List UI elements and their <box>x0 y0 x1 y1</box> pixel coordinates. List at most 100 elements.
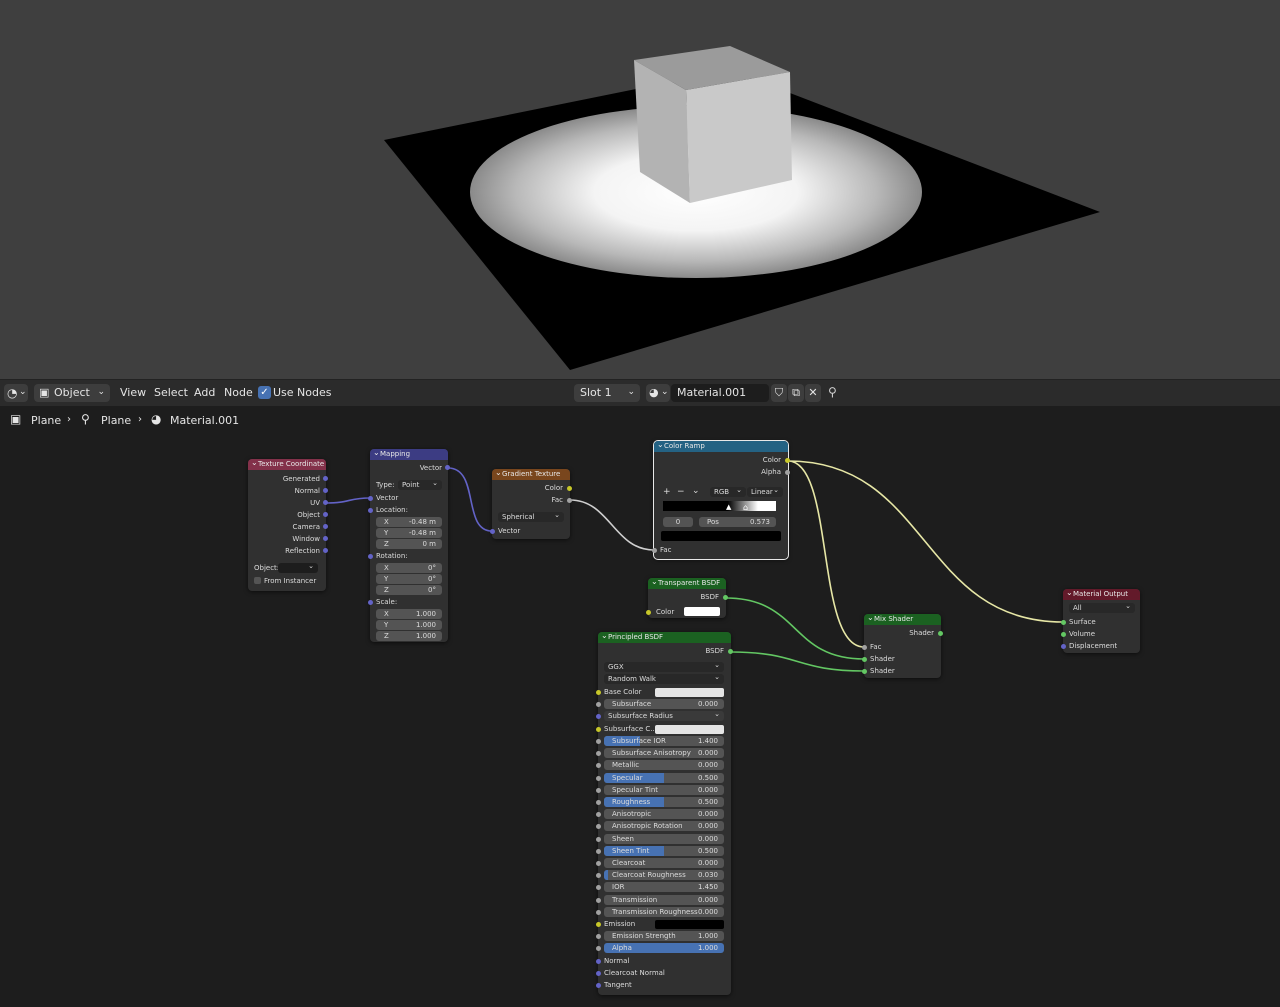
socket-vector-out[interactable] <box>445 465 450 470</box>
socket-displacement-in[interactable] <box>1061 644 1066 649</box>
socket-input[interactable] <box>596 751 601 757</box>
gradient-type-dropdown[interactable]: Spherical <box>498 510 564 522</box>
socket-emission-strength[interactable] <box>596 934 601 939</box>
principled-field[interactable]: Clearcoat 0.000 <box>604 858 724 868</box>
socket-input[interactable] <box>596 897 601 903</box>
principled-bsdf-node[interactable]: Principled BSDF BSDF GGX Random Walk Bas… <box>596 630 733 995</box>
socket-input[interactable] <box>596 739 601 744</box>
socket-surface-in[interactable] <box>1061 620 1066 625</box>
socket-vector-in[interactable] <box>490 529 495 534</box>
socket-input[interactable] <box>596 848 601 854</box>
principled-field[interactable]: Transmission 0.000 <box>604 894 724 905</box>
location-y-field[interactable]: Y -0.48 m <box>376 528 442 538</box>
socket-fac-out[interactable] <box>567 498 572 503</box>
principled-field[interactable]: Anisotropic Rotation 0.000 <box>604 821 724 832</box>
subsurface-field[interactable]: Subsurface 0.000 <box>604 699 724 709</box>
distribution-dropdown[interactable]: GGX <box>604 660 724 672</box>
socket-input[interactable] <box>596 775 601 781</box>
menu-add[interactable]: Add <box>194 385 215 401</box>
socket-emission[interactable] <box>596 922 601 927</box>
socket-reflection[interactable] <box>323 548 328 553</box>
principled-field[interactable]: Metallic 0.000 <box>604 760 724 771</box>
socket-normal[interactable] <box>323 488 328 493</box>
principled-field[interactable]: Sheen 0.000 <box>604 833 724 844</box>
location-z-field[interactable]: Z 0 m <box>376 539 442 549</box>
color-ramp-node[interactable]: Color Ramp Color Alpha + − ⌄ RGB Linear … <box>652 439 790 560</box>
subsurface-method-dropdown[interactable]: Random Walk <box>604 672 724 684</box>
subsurface-radius-dropdown[interactable]: Subsurface Radius <box>604 709 724 721</box>
socket-input[interactable] <box>596 873 601 879</box>
material-output-node[interactable]: Material Output All Surface Volume Displ… <box>1061 587 1140 653</box>
base-color-swatch[interactable] <box>655 688 724 697</box>
socket-shader-out[interactable] <box>938 631 943 636</box>
socket-bsdf-out[interactable] <box>723 595 728 600</box>
socket-shader-2-in[interactable] <box>862 669 867 674</box>
socket-input[interactable] <box>596 885 601 891</box>
socket-fac-in[interactable] <box>652 548 657 553</box>
object-picker[interactable] <box>278 561 318 573</box>
node-editor-canvas[interactable]: Texture Coordinate Generated Normal UV O… <box>0 436 1280 1007</box>
stop-index-field[interactable]: 0 <box>663 517 693 527</box>
socket-shader-1-in[interactable] <box>862 657 867 662</box>
socket-rotation[interactable] <box>368 554 373 559</box>
socket-uv[interactable] <box>323 500 328 505</box>
socket-clearcoat-normal[interactable] <box>596 971 601 976</box>
socket-input[interactable] <box>596 800 601 805</box>
use-nodes-label[interactable]: Use Nodes <box>273 385 332 401</box>
active-stop-handle-icon[interactable]: ⌂ <box>743 503 748 512</box>
principled-field[interactable]: Specular 0.500 <box>604 772 724 783</box>
principled-field[interactable]: IOR 1.450 <box>604 882 724 893</box>
color-swatch[interactable] <box>684 607 720 616</box>
mapping-type-dropdown[interactable]: Point <box>398 478 442 490</box>
from-instancer-checkbox[interactable] <box>254 577 261 584</box>
scale-z-field[interactable]: Z 1.000 <box>376 631 442 641</box>
principled-field[interactable]: Specular Tint 0.000 <box>604 784 724 795</box>
location-x-field[interactable]: X -0.48 m <box>376 517 442 527</box>
alpha-field[interactable]: Alpha 1.000 <box>604 943 724 953</box>
socket-alpha-out[interactable] <box>785 470 790 475</box>
socket-color-out[interactable] <box>567 486 572 491</box>
socket-subsurface-radius[interactable] <box>596 714 601 719</box>
menu-node[interactable]: Node <box>224 385 253 401</box>
mix-shader-node[interactable]: Mix Shader Shader Fac Shader Shader <box>862 612 943 678</box>
gradient-texture-node[interactable]: Gradient Texture Color Fac Spherical Vec… <box>490 467 572 539</box>
socket-window[interactable] <box>323 536 328 541</box>
socket-input[interactable] <box>596 787 601 793</box>
material-name-field[interactable]: Material.001 <box>671 384 769 402</box>
scale-y-field[interactable]: Y 1.000 <box>376 620 442 630</box>
socket-fac-in[interactable] <box>862 645 867 650</box>
output-target-dropdown[interactable]: All <box>1069 601 1135 613</box>
ramp-menu-button[interactable]: ⌄ <box>692 486 700 496</box>
remove-stop-button[interactable]: − <box>677 487 685 497</box>
socket-object[interactable] <box>323 512 328 517</box>
socket-normal[interactable] <box>596 959 601 964</box>
principled-field[interactable]: Roughness 0.500 <box>604 797 724 807</box>
pin-icon[interactable]: ⚲ <box>828 385 837 399</box>
principled-field[interactable]: Transmission Roughness 0.000 <box>604 906 724 917</box>
principled-field[interactable]: Clearcoat Roughness 0.030 <box>604 870 724 881</box>
socket-bsdf-out[interactable] <box>728 649 733 654</box>
socket-camera[interactable] <box>323 524 328 529</box>
principled-field[interactable]: Subsurface Anisotropy 0.000 <box>604 748 724 759</box>
slot-dropdown[interactable]: Slot 1 ⌄ <box>574 384 640 402</box>
socket-input[interactable] <box>596 861 601 866</box>
principled-field[interactable]: Anisotropic 0.000 <box>604 809 724 820</box>
texture-coordinate-node[interactable]: Texture Coordinate Generated Normal UV O… <box>248 457 328 591</box>
emission-strength-field[interactable]: Emission Strength 1.000 <box>604 931 724 941</box>
stop-handle-icon[interactable]: ▲ <box>726 503 731 511</box>
socket-color-in[interactable] <box>646 610 651 615</box>
socket-input[interactable] <box>596 909 601 915</box>
socket-generated[interactable] <box>323 476 328 481</box>
socket-location[interactable] <box>368 508 373 513</box>
emission-swatch[interactable] <box>655 920 724 929</box>
principled-field[interactable]: Sheen Tint 0.500 <box>604 845 724 856</box>
socket-tangent[interactable] <box>596 983 601 988</box>
socket-scale[interactable] <box>368 600 373 605</box>
socket-input[interactable] <box>596 812 601 818</box>
editor-type-button[interactable]: ◔ ⌄ <box>4 384 28 402</box>
menu-view[interactable]: View <box>120 385 146 401</box>
interpolation-dropdown[interactable]: Linear <box>747 485 783 497</box>
use-nodes-checkbox[interactable]: ✓ <box>258 386 271 399</box>
rotation-z-field[interactable]: Z 0° <box>376 585 442 595</box>
rotation-y-field[interactable]: Y 0° <box>376 574 442 584</box>
